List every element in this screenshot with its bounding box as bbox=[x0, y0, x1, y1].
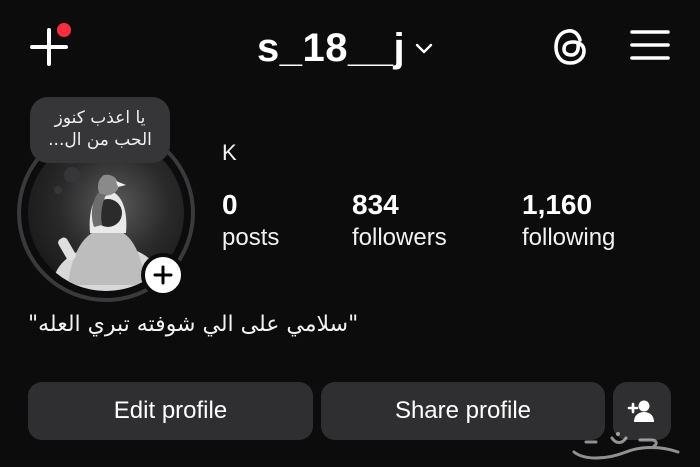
menu-button[interactable] bbox=[630, 27, 670, 63]
add-person-icon bbox=[627, 400, 654, 422]
notification-dot bbox=[57, 23, 71, 37]
posts-label: posts bbox=[222, 224, 280, 251]
hamburger-menu-icon bbox=[630, 30, 670, 60]
threads-icon bbox=[554, 29, 586, 65]
add-story-button[interactable] bbox=[141, 253, 185, 297]
plus-icon bbox=[153, 265, 173, 285]
create-button[interactable] bbox=[28, 23, 74, 70]
followers-label: followers bbox=[352, 224, 447, 251]
note-bubble-tail bbox=[54, 186, 62, 194]
followers-count: 834 bbox=[352, 189, 399, 220]
followers-stat[interactable]: 834 followers bbox=[352, 188, 447, 254]
top-bar: s_18__j bbox=[0, 0, 700, 95]
following-label: following bbox=[522, 224, 616, 251]
note-bubble-tail bbox=[64, 167, 80, 183]
note-bubble[interactable]: يا اعذب كنوز الحب من ال... bbox=[30, 97, 170, 163]
haraj-watermark bbox=[566, 430, 686, 464]
posts-count: 0 bbox=[222, 189, 238, 220]
chevron-down-icon bbox=[413, 37, 435, 59]
display-name: K bbox=[222, 140, 237, 165]
note-text: يا اعذب كنوز الحب من ال... bbox=[48, 108, 152, 150]
threads-button[interactable] bbox=[551, 25, 591, 69]
share-profile-button[interactable]: Share profile bbox=[321, 382, 605, 440]
bio: "سلامي على الي شوفته تبري العله" bbox=[28, 312, 359, 337]
username: s_18__j bbox=[257, 26, 406, 70]
following-stat[interactable]: 1,160 following bbox=[522, 188, 615, 254]
edit-profile-button[interactable]: Edit profile bbox=[28, 382, 313, 440]
account-switcher[interactable]: s_18__j bbox=[257, 26, 435, 70]
posts-stat[interactable]: 0 posts bbox=[222, 188, 279, 254]
following-count: 1,160 bbox=[522, 189, 593, 220]
